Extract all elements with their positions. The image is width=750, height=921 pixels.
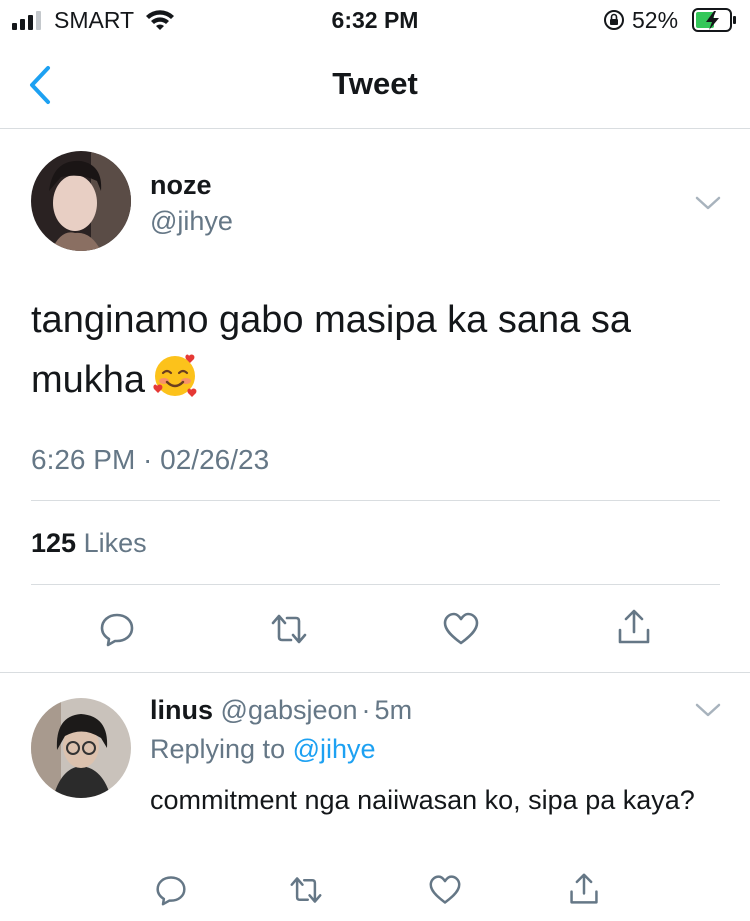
status-bar: SMART 6:32 PM 52% (0, 0, 750, 40)
battery-percent: 52% (632, 7, 679, 33)
page-title: Tweet (332, 66, 418, 101)
share-icon[interactable] (568, 872, 600, 906)
nav-bar: Tweet (0, 44, 750, 129)
likes-summary[interactable]: 125 Likes (31, 528, 147, 559)
user-handle[interactable]: @jihye (150, 206, 233, 237)
reply-header: linus @gabsjeon · 5m (150, 695, 412, 726)
display-name[interactable]: noze (150, 170, 212, 201)
replying-prefix: Replying to (150, 734, 286, 764)
divider (31, 584, 720, 585)
replying-to-link[interactable]: @jihye (293, 734, 376, 764)
share-icon[interactable] (616, 608, 652, 646)
rotation-lock-icon (604, 10, 624, 30)
tweet-text-content: tanginamo gabo masipa ka sana sa mukha (31, 299, 631, 401)
divider (0, 672, 750, 673)
chevron-down-icon[interactable] (695, 195, 721, 211)
reply-avatar-photo (31, 698, 131, 798)
avatar[interactable] (31, 151, 131, 251)
reply-handle[interactable]: @gabsjeon (221, 695, 358, 725)
reply-display-name[interactable]: linus (150, 695, 213, 725)
likes-label: Likes (83, 528, 147, 558)
reply-icon[interactable] (155, 874, 187, 906)
like-icon[interactable] (442, 611, 480, 647)
retweet-icon[interactable] (288, 874, 324, 906)
avatar-photo (31, 151, 131, 251)
battery-charging-icon (692, 8, 736, 32)
tweet-text: tanginamo gabo masipa ka sana sa mukha (31, 290, 731, 410)
reply-text: commitment nga naiiwasan ko, sipa pa kay… (150, 785, 695, 815)
like-icon[interactable] (428, 874, 462, 906)
chevron-down-icon[interactable] (695, 702, 721, 718)
replying-to: Replying to @jihye (150, 734, 376, 765)
retweet-icon[interactable] (269, 611, 309, 647)
smiling-face-with-hearts-icon (153, 354, 197, 397)
reply-separator: · (361, 695, 371, 725)
reply-age: 5m (374, 695, 413, 725)
reply-avatar[interactable] (31, 698, 131, 798)
tweet-timestamp: 6:26 PM · 02/26/23 (31, 444, 270, 475)
divider (31, 500, 720, 501)
reply-icon[interactable] (99, 611, 135, 647)
likes-count: 125 (31, 528, 77, 558)
